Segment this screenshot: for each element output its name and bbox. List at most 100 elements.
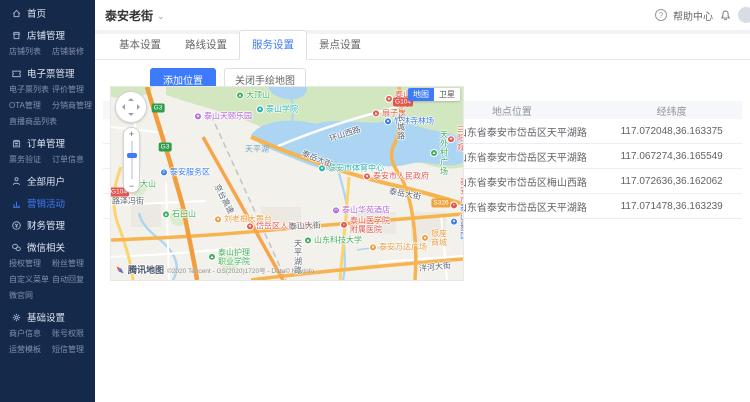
sidebar-item-label: 全部用户 — [27, 174, 65, 188]
sidebar-item-home[interactable]: 首页 — [0, 4, 95, 22]
road-name-label: 长城路 — [396, 114, 407, 141]
poi-label: 泰山医学院 附属医院 — [350, 216, 390, 234]
cell-coords: 117.072048,36.163375 — [601, 126, 742, 137]
tab-3[interactable]: 景点设置 — [307, 31, 373, 59]
road-name-label: 泮河大街 — [419, 260, 452, 274]
map-copyright: ©2020 Tencent - GS(2020)1720号 - Data© Na… — [167, 265, 314, 275]
map-type-switch: 地图 卫星 — [408, 88, 460, 101]
map-attribution: 腾讯地图 ©2020 Tencent - GS(2020)1720号 - Dat… — [115, 263, 314, 276]
sidebar-subitem[interactable]: 运营模板 — [9, 342, 52, 358]
sidebar-item-order[interactable]: 订单管理 — [0, 134, 95, 152]
notification-bell-icon[interactable] — [719, 9, 732, 22]
map-poi[interactable]: +泰山医学院 附属医院 — [340, 216, 390, 234]
sidebar-menu: 首页店铺管理店铺列表店铺装修电子票管理电子票列表评价管理OTA管理分销商管理直播… — [0, 4, 95, 358]
pan-left-arrow[interactable] — [119, 104, 125, 110]
header-actions: ? 帮助中心 — [655, 7, 740, 23]
map-poi[interactable]: ▲大顶山 — [236, 90, 270, 99]
sidebar-item-wechat[interactable]: 微信相关 — [0, 238, 95, 256]
sidebar-subitem[interactable]: OTA管理 — [9, 98, 52, 114]
ticket-icon — [11, 68, 22, 79]
poi-marker-icon: ★ — [363, 172, 371, 180]
map-poi-layer: ▲大顶山●泰山学院★泰山天颐乐园★泰山古刹竹林寺▲扇子崖●竹林寺林场★三阳观P泰… — [111, 87, 463, 280]
sidebar-subitem[interactable]: 分销商管理 — [52, 98, 95, 114]
sidebar-subitem[interactable]: 票务验证 — [9, 152, 52, 168]
poi-marker-icon: ● — [256, 105, 264, 113]
pan-up-arrow[interactable] — [128, 95, 134, 101]
cell-coords: 117.071478,36.163239 — [601, 201, 742, 212]
zoom-slider[interactable] — [131, 141, 133, 179]
pan-right-arrow[interactable] — [137, 104, 143, 110]
sidebar-subitem[interactable]: 自动回复 — [52, 272, 95, 288]
map-poi[interactable]: ●竹林寺林场 — [384, 116, 434, 125]
sidebar-item-label: 电子票管理 — [27, 66, 75, 80]
map-poi[interactable]: ★泰安万达广场 — [369, 242, 427, 251]
tab-2[interactable]: 服务设置 — [239, 30, 307, 60]
sidebar-item-gear[interactable]: 基础设置 — [0, 308, 95, 326]
poi-marker-icon: ▲ — [304, 236, 312, 244]
poi-marker-icon: ▲ — [430, 149, 438, 157]
poi-label: 石臼山 — [172, 209, 196, 218]
poi-label: 天外村广场 — [440, 130, 452, 176]
sidebar-item-label: 订单管理 — [27, 136, 65, 150]
map-poi[interactable]: ▲山东科技大学 — [304, 235, 362, 244]
poi-marker-icon: ▲ — [162, 210, 170, 218]
sidebar-subitem[interactable]: 评价管理 — [52, 82, 95, 98]
map-poi[interactable]: P泰安服务区 — [160, 167, 210, 176]
sidebar-item-shop[interactable]: 店铺管理 — [0, 26, 95, 44]
map-poi[interactable]: ●泰山学院 — [256, 104, 298, 113]
map-poi[interactable]: ▲天外村广场 — [430, 130, 452, 176]
sidebar-subitem[interactable]: 店铺列表 — [9, 44, 52, 60]
tab-0[interactable]: 基本设置 — [107, 31, 173, 59]
sidebar-item-label: 微信相关 — [27, 240, 65, 254]
road-name-label: 环山西路 — [328, 124, 362, 144]
settings-tabbar: 基本设置路线设置服务设置景点设置 — [95, 34, 750, 60]
zoom-out-button[interactable]: − — [129, 180, 134, 192]
poi-label: 三阳观 — [457, 125, 464, 153]
satellite-view-button[interactable]: 卫星 — [434, 88, 460, 101]
cell-coords: 117.072636,36.162062 — [601, 176, 742, 187]
order-icon — [11, 138, 22, 149]
poi-marker-icon: ★ — [369, 243, 377, 251]
help-center-link[interactable]: 帮助中心 — [673, 8, 713, 23]
poi-marker-icon: ● — [384, 117, 392, 125]
sidebar-subitem[interactable]: 电子票列表 — [9, 82, 52, 98]
sidebar-item-users[interactable]: 全部用户 — [0, 172, 95, 190]
map-poi[interactable]: ★泰安市人民政府 — [363, 171, 429, 180]
chevron-down-icon[interactable]: ⌄ — [157, 11, 165, 22]
sidebar-subitem[interactable]: 商户信息 — [9, 326, 52, 342]
zoom-slider-thumb[interactable] — [127, 153, 137, 158]
sidebar-subitem[interactable]: 账号权限 — [52, 326, 95, 342]
map-zoom-control[interactable]: + − — [123, 127, 140, 193]
pan-down-arrow[interactable] — [128, 113, 134, 119]
tab-1[interactable]: 路线设置 — [173, 31, 239, 59]
map-poi[interactable]: ★银座商城 — [421, 229, 449, 247]
sidebar-subitem[interactable]: 店铺装修 — [52, 44, 95, 60]
map-poi[interactable]: ●泰山景区 — [450, 204, 464, 241]
poi-marker-icon: ★ — [385, 95, 393, 103]
sidebar-subitem[interactable]: 粉丝管理 — [52, 256, 95, 272]
sidebar-item-chart[interactable]: 营销活动 — [0, 194, 95, 212]
sidebar-subitem[interactable]: 订单信息 — [52, 152, 95, 168]
map-compass-control[interactable] — [115, 91, 147, 123]
sidebar-subitem[interactable]: 授权管理 — [9, 256, 52, 272]
sidebar-subitem[interactable]: 直播商品列表 — [9, 114, 52, 130]
map-logo-text: 腾讯地图 — [128, 263, 164, 276]
map-view-button[interactable]: 地图 — [408, 88, 434, 101]
tencent-map[interactable]: ▲大顶山●泰山学院★泰山天颐乐园★泰山古刹竹林寺▲扇子崖●竹林寺林场★三阳观P泰… — [110, 86, 464, 281]
sidebar-subitems: 店铺列表店铺装修 — [0, 44, 95, 60]
poi-marker-icon: P — [160, 168, 168, 176]
sidebar-item-ticket[interactable]: 电子票管理 — [0, 64, 95, 82]
map-poi[interactable]: H泰山华苑酒店 — [332, 205, 390, 214]
sidebar-subitem[interactable]: 微官网 — [9, 288, 52, 304]
tencent-map-logo-icon — [113, 262, 127, 276]
zoom-in-button[interactable]: + — [129, 128, 134, 140]
sidebar-subitem[interactable]: 短信管理 — [52, 342, 95, 358]
sidebar-item-finance[interactable]: 财务管理 — [0, 216, 95, 234]
sidebar-subitem[interactable]: 自定义菜单 — [9, 272, 52, 288]
map-poi[interactable]: ★泰山天颐乐园 — [194, 111, 252, 120]
avatar[interactable] — [738, 7, 750, 23]
sidebar-item-label: 基础设置 — [27, 310, 65, 324]
road-name-label: 泰岳大街 — [300, 148, 334, 170]
poi-marker-icon: ★ — [246, 222, 254, 230]
map-poi[interactable]: ▲石臼山 — [162, 209, 196, 218]
